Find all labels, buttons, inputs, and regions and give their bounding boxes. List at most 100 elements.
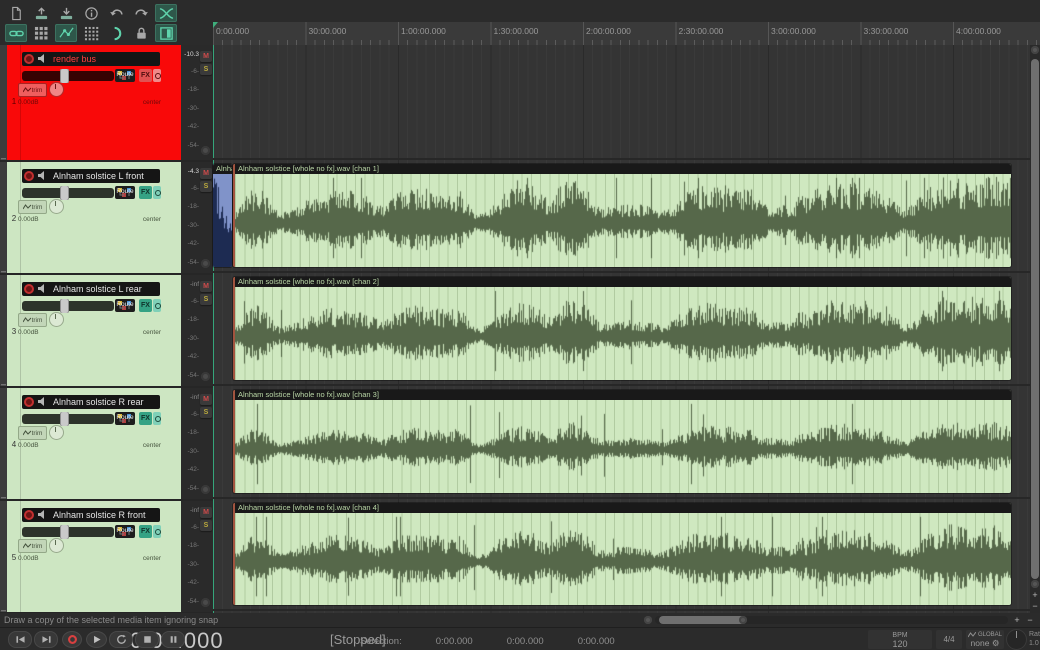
pan-knob[interactable] [49,425,64,440]
track-name[interactable]: render bus [53,54,96,64]
record-arm-button[interactable] [24,171,34,181]
play-button[interactable] [86,631,107,648]
solo-button[interactable]: S [200,294,212,305]
project-info-icon[interactable] [80,4,102,22]
timeline-ruler[interactable]: 0:00.00030:00.0001:00:00.0001:30:00.0002… [213,22,1040,46]
fx-enable-button[interactable] [153,69,161,82]
solo-button[interactable]: S [200,520,212,531]
mute-button[interactable]: M [200,281,212,292]
arrange-view[interactable]: AlnharAlnham solstice [whole no fx].wav … [213,45,1040,613]
time-signature-box[interactable]: 4/4 [936,630,962,649]
media-item[interactable]: Alnhar [213,164,232,267]
go-to-start-button[interactable] [8,631,32,648]
vertical-zoom-in-button[interactable]: + [1030,590,1040,600]
track-lane-2[interactable]: AlnharAlnham solstice [whole no fx].wav … [213,162,1040,273]
route-button[interactable]: Route [115,412,135,425]
phase-knob[interactable] [201,485,210,494]
media-item[interactable]: Alnham solstice [whole no fx].wav [chan … [233,164,1011,267]
solo-button[interactable]: S [200,181,212,192]
route-button[interactable]: Route [115,299,135,312]
pan-knob[interactable] [49,312,64,327]
solo-button[interactable]: S [200,407,212,418]
vscroll-bottom-dot[interactable] [1031,580,1039,588]
mute-button[interactable]: M [200,507,212,518]
gear-icon[interactable]: ⚙ [992,638,1000,648]
trim-envelope-button[interactable]: trim [18,200,47,214]
media-item[interactable]: Alnham solstice [whole no fx].wav [chan … [233,277,1011,380]
fx-enable-button[interactable] [153,412,161,425]
phase-knob[interactable] [201,146,210,155]
selection-end[interactable]: 0:00.000 [507,636,544,647]
mute-button[interactable]: M [200,394,212,405]
phase-knob[interactable] [201,259,210,268]
snap-toggle-icon[interactable] [105,24,127,42]
phase-knob[interactable] [201,598,210,607]
track-name-bar[interactable]: Alnham solstice R rear [22,395,160,409]
global-automation-box[interactable]: GLOBAL none ⚙ [966,630,1004,649]
solo-button[interactable]: S [200,64,212,75]
horizontal-scrollbar[interactable] [655,616,1008,624]
vertical-zoom-out-button[interactable]: − [1030,601,1040,611]
record-arm-button[interactable] [24,54,34,64]
volume-slider-thumb[interactable] [60,525,69,539]
hscroll-thumb-dot[interactable] [739,616,747,624]
phase-knob[interactable] [201,372,210,381]
track-name[interactable]: Alnham solstice R rear [53,397,144,407]
fx-enable-button[interactable] [153,299,161,312]
track-name-bar[interactable]: render bus [22,52,160,66]
undo-icon[interactable] [105,4,127,22]
docker-toggle-icon[interactable] [155,24,177,42]
track-name[interactable]: Alnham solstice R front [53,510,146,520]
save-project-icon[interactable] [55,4,77,22]
trim-envelope-button[interactable]: trim [18,83,47,97]
hscroll-left-dot[interactable] [644,616,652,624]
crossfade-toggle-icon[interactable] [155,4,177,22]
horizontal-zoom-out-button[interactable]: − [1025,615,1035,625]
track-panel-2[interactable]: 2Alnham solstice L frontRouteFXtrim0.00d… [0,162,181,273]
mute-button[interactable]: M [200,168,212,179]
go-to-end-button[interactable] [34,631,58,648]
track-name[interactable]: Alnham solstice L rear [53,284,142,294]
media-item[interactable]: Alnham solstice [whole no fx].wav [chan … [233,503,1011,605]
horizontal-scrollbar-thumb[interactable] [659,616,745,624]
route-button[interactable]: Route [115,525,135,538]
volume-slider-thumb[interactable] [60,186,69,200]
route-button[interactable]: Route [115,186,135,199]
fx-button[interactable]: FX [139,186,152,199]
pause-button[interactable] [161,631,185,648]
fx-button[interactable]: FX [139,299,152,312]
track-lane-3[interactable]: Alnham solstice [whole no fx].wav [chan … [213,275,1040,386]
track-panel-5[interactable]: 5Alnham solstice R frontRouteFXtrim0.00d… [0,501,181,612]
track-name[interactable]: Alnham solstice L front [53,171,144,181]
vertical-scrollbar[interactable] [1030,45,1040,613]
track-lane-1[interactable] [213,45,1040,160]
volume-slider-thumb[interactable] [60,412,69,426]
selection-start[interactable]: 0:00.000 [436,636,473,647]
pan-knob[interactable] [49,538,64,553]
bpm-box[interactable]: BPM 120 [868,630,932,649]
grouping-toggle-icon[interactable] [5,24,27,42]
record-arm-button[interactable] [24,284,34,294]
record-button[interactable] [62,631,82,648]
trim-envelope-button[interactable]: trim [18,539,47,553]
track-name-bar[interactable]: Alnham solstice R front [22,508,160,522]
grid-toggle-icon[interactable] [80,24,102,42]
pan-knob[interactable] [49,82,64,97]
record-arm-button[interactable] [24,397,34,407]
automation-mode[interactable]: none ⚙ [966,638,1004,649]
pan-knob[interactable] [49,199,64,214]
rate-value[interactable]: 1.0 [1029,639,1040,648]
mute-button[interactable]: M [200,51,212,62]
new-project-icon[interactable] [5,4,27,22]
redo-icon[interactable] [130,4,152,22]
open-project-icon[interactable] [30,4,52,22]
fx-button[interactable]: FX [139,525,152,538]
track-name-bar[interactable]: Alnham solstice L rear [22,282,160,296]
bpm-value[interactable]: 120 [868,639,932,649]
fx-enable-button[interactable] [153,525,161,538]
horizontal-zoom-in-button[interactable]: + [1012,615,1022,625]
trim-envelope-button[interactable]: trim [18,426,47,440]
playrate-knob[interactable] [1006,629,1027,650]
locking-toggle-icon[interactable] [130,24,152,42]
track-lane-5[interactable]: Alnham solstice [whole no fx].wav [chan … [213,501,1040,611]
